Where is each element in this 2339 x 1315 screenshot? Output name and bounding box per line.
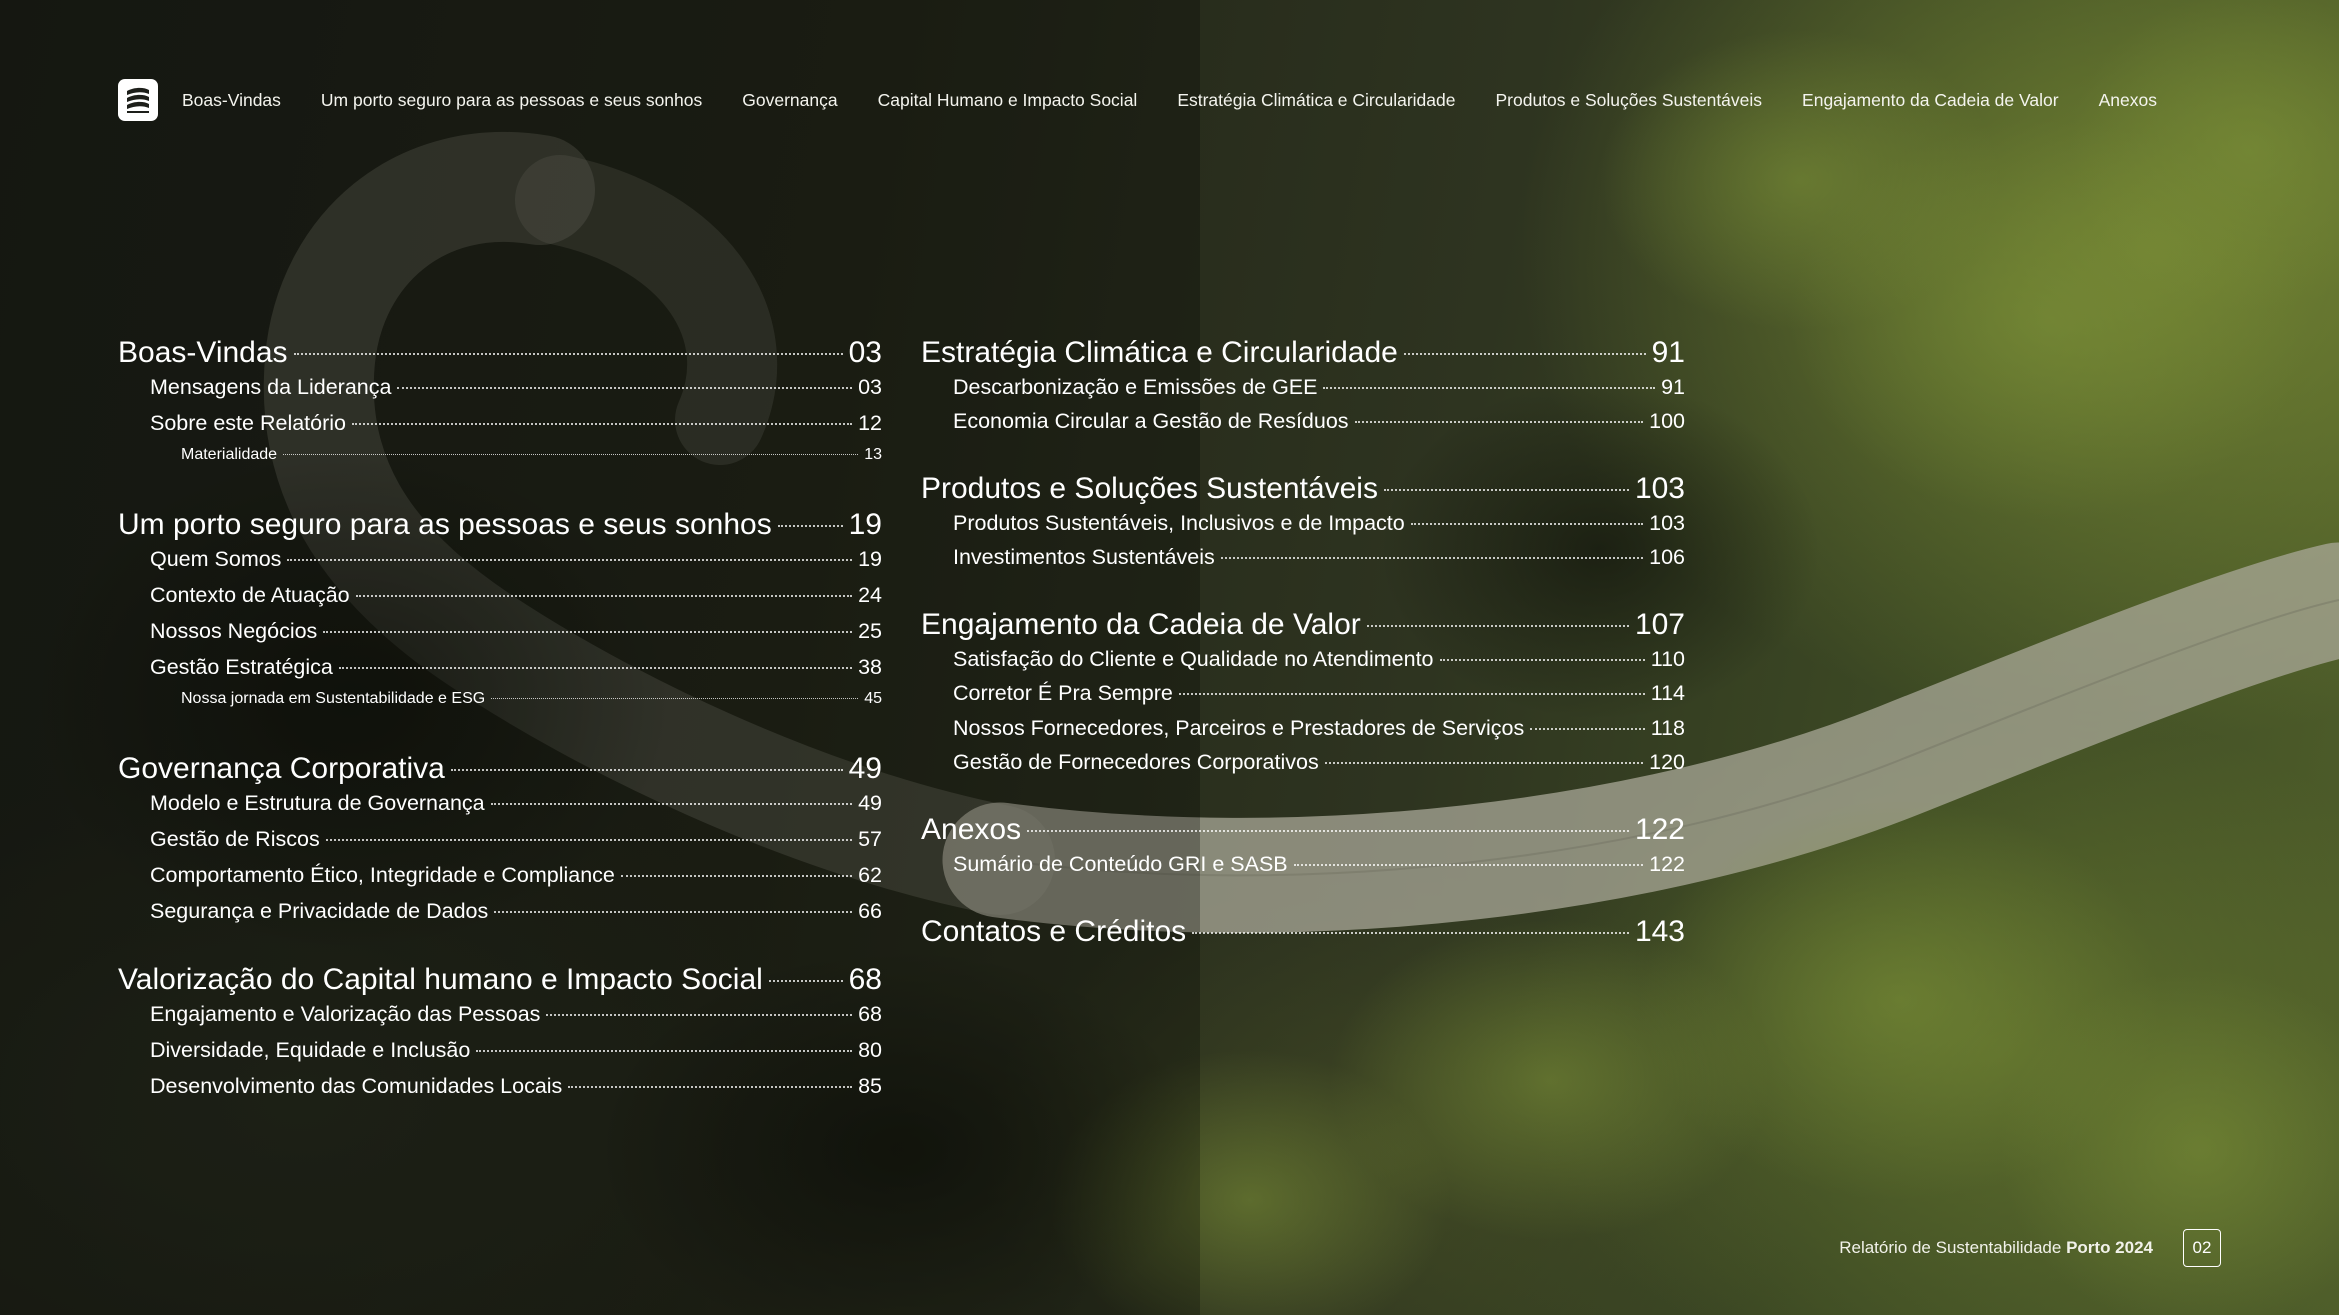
toc-subitem[interactable]: Nossa jornada em Sustentabilidade e ESG 4… [118, 686, 882, 719]
toc-section-capital-humano[interactable]: Valorização do Capital humano e Impacto … [118, 957, 882, 997]
nav-item-governanca[interactable]: Governança [742, 90, 837, 111]
page-number-badge: 02 [2183, 1229, 2221, 1267]
report-title: Relatório de Sustentabilidade Porto 2024 [1839, 1238, 2153, 1257]
toc-item[interactable]: Sumário de Conteúdo GRI e SASB 122 [921, 847, 1685, 882]
toc-item[interactable]: Gestão Estratégica 38 [118, 650, 882, 686]
nav-item-estrategia-climatica[interactable]: Estratégia Climática e Circularidade [1177, 90, 1455, 111]
toc-left-column: Boas-Vindas 03 Mensagens da Liderança 03 S… [118, 330, 882, 1105]
nav-item-anexos[interactable]: Anexos [2099, 90, 2157, 111]
toc-section-boas-vindas[interactable]: Boas-Vindas 03 [118, 330, 882, 370]
nav-item-porto-seguro[interactable]: Um porto seguro para as pessoas e seus s… [321, 90, 702, 111]
nav-item-produtos-solucoes[interactable]: Produtos e Soluções Sustentáveis [1495, 90, 1762, 111]
toc-item[interactable]: Gestão de Fornecedores Corporativos 120 [921, 746, 1685, 781]
toc-subitem[interactable]: Materialidade 13 [118, 442, 882, 475]
toc-item[interactable]: Segurança e Privacidade de Dados 66 [118, 894, 882, 930]
nav-item-capital-humano[interactable]: Capital Humano e Impacto Social [878, 90, 1138, 111]
toc-item[interactable]: Desenvolvimento das Comunidades Locais 85 [118, 1069, 882, 1105]
toc-item[interactable]: Sobre este Relatório 12 [118, 406, 882, 442]
toc-section-produtos-solucoes[interactable]: Produtos e Soluções Sustentáveis 103 [921, 466, 1685, 506]
top-navigation: Boas-Vindas Um porto seguro para as pess… [118, 78, 2157, 122]
nav-item-boas-vindas[interactable]: Boas-Vindas [182, 90, 281, 111]
toc-right-column: Estratégia Climática e Circularidade 91 D… [921, 330, 1685, 949]
toc-section-governanca[interactable]: Governança Corporativa 49 [118, 746, 882, 786]
toc-item[interactable]: Economia Circular a Gestão de Resíduos 10… [921, 405, 1685, 440]
porto-logo-icon[interactable] [118, 79, 158, 121]
page-footer: Relatório de Sustentabilidade Porto 2024… [1839, 1229, 2221, 1267]
toc-section-porto-seguro[interactable]: Um porto seguro para as pessoas e seus s… [118, 502, 882, 542]
toc-section-anexos[interactable]: Anexos 122 [921, 807, 1685, 847]
nav-item-engajamento-cadeia[interactable]: Engajamento da Cadeia de Valor [1802, 90, 2059, 111]
toc-section-contatos-creditos[interactable]: Contatos e Créditos 143 [921, 909, 1685, 949]
toc-section-engajamento-cadeia[interactable]: Engajamento da Cadeia de Valor 107 [921, 602, 1685, 642]
toc-section-estrategia-climatica[interactable]: Estratégia Climática e Circularidade 91 [921, 330, 1685, 370]
toc-item[interactable]: Investimentos Sustentáveis 106 [921, 541, 1685, 576]
